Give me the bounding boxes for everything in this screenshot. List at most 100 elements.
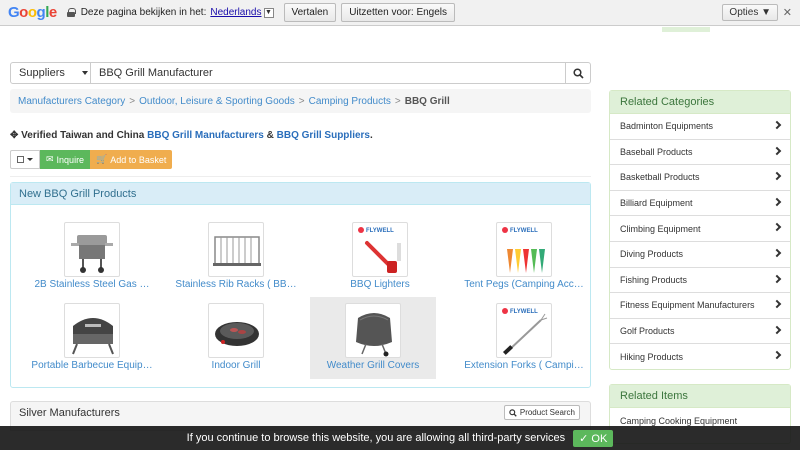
related-category-item[interactable]: Climbing Equipment [610,216,790,242]
language-select[interactable]: Nederlands [210,7,261,18]
breadcrumb-current: BBQ Grill [404,95,450,107]
product-label[interactable]: 2B Stainless Steel Gas … [29,279,155,290]
search-input[interactable]: BBQ Grill Manufacturer [91,63,565,83]
related-category-item[interactable]: Fitness Equipment Manufacturers [610,293,790,319]
add-to-basket-button[interactable]: 🛒 Add to Basket [90,150,173,169]
related-category-item[interactable]: Billiard Equipment [610,191,790,217]
divider [10,176,591,177]
chevron-down-icon [82,71,88,75]
action-buttons: ✉ Inquire 🛒 Add to Basket [10,150,173,169]
related-category-item[interactable]: Badminton Equipments [610,114,790,140]
category-label: Fitness Equipment Manufacturers [620,300,755,311]
search-icon [509,408,517,417]
product-card[interactable]: Indoor Grill [173,303,299,384]
breadcrumb-link-manufacturers[interactable]: Manufacturers Category [18,96,125,107]
search-button[interactable] [565,63,590,83]
manufacturers-link[interactable]: BBQ Grill Manufacturers [147,130,264,141]
lighter-image: FLYWELL [352,222,408,277]
cookie-message: If you continue to browse this website, … [186,432,566,444]
chevron-right-icon [772,299,782,309]
product-card[interactable]: 2B Stainless Steel Gas … [29,222,155,303]
close-icon[interactable]: ✕ [783,6,792,19]
chevron-right-icon [772,274,782,283]
category-label: Fishing Products [620,274,688,285]
diamond-icon: ✥ [10,130,19,141]
verified-heading: ✥ Verified Taiwan and China BBQ Grill Ma… [10,130,373,141]
category-label: Hiking Products [620,352,684,363]
envelope-icon: ✉ [46,154,54,164]
product-card-highlighted[interactable]: Weather Grill Covers [310,297,436,379]
extension-fork-image: FLYWELL [496,303,552,358]
related-category-item[interactable]: Hiking Products [610,344,790,370]
related-category-item[interactable]: Diving Products [610,242,790,268]
category-label: Basketball Products [620,172,700,183]
related-item-label: Camping Cooking Equipment [620,415,738,426]
inquire-button[interactable]: ✉ Inquire [40,150,91,169]
grill-cover-image [345,303,401,358]
checkbox-icon [17,156,24,163]
product-label[interactable]: Extension Forks ( Campi… [461,360,587,371]
cart-icon: 🛒 [96,154,108,164]
search-category-select[interactable]: Suppliers [11,63,91,83]
translate-bar: Google Deze pagina bekijken in het: Nede… [0,0,800,26]
product-label[interactable]: BBQ Lighters [317,279,443,290]
category-label: Climbing Equipment [620,223,701,234]
chevron-right-icon [772,171,782,181]
suppliers-link[interactable]: BBQ Grill Suppliers [277,130,370,141]
product-label[interactable]: Portable Barbecue Equip… [29,360,155,371]
chevron-right-icon [772,223,782,232]
indoor-grill-image [208,303,264,358]
google-logo: Google [8,4,57,21]
category-label: Billiard Equipment [620,198,693,209]
product-card[interactable]: Stainless Rib Racks ( BB… [173,222,299,303]
new-products-panel: New BBQ Grill Products 2B Stainless Stee… [10,182,591,388]
add-to-basket-label: Add to Basket [110,154,167,165]
product-label[interactable]: Stainless Rib Racks ( BB… [173,279,299,290]
top-strip [0,27,800,32]
options-button[interactable]: Opties ▼ [722,4,778,21]
product-search-button[interactable]: Product Search [503,405,580,420]
product-label[interactable]: Tent Pegs (Camping Acc… [461,279,587,290]
related-category-item[interactable]: Baseball Products [610,140,790,166]
category-label: Diving Products [620,249,684,260]
active-tab-indicator [662,27,710,32]
chevron-down-icon[interactable]: ▼ [263,7,274,18]
breadcrumb-link-outdoor[interactable]: Outdoor, Leisure & Sporting Goods [139,96,295,107]
rib-rack-image [208,222,264,277]
breadcrumb-separator: > [129,95,136,107]
search-bar: Suppliers BBQ Grill Manufacturer [10,62,591,84]
lock-icon [66,8,76,17]
product-card[interactable]: FLYWELL BBQ Lighters [317,222,443,303]
verified-prefix: Verified Taiwan and China [21,130,145,141]
product-label[interactable]: Indoor Grill [173,360,299,371]
chevron-right-icon [772,248,782,258]
panel-title: Related Items [610,385,790,408]
svg-text:FLYWELL: FLYWELL [510,228,538,234]
translate-message: Deze pagina bekijken in het: [80,7,207,18]
tent-pegs-image: FLYWELL [496,222,552,277]
product-card[interactable]: FLYWELL Extension Forks ( Campi… [461,303,587,384]
cookie-ok-button[interactable]: ✓ OK [573,429,614,447]
product-card[interactable]: FLYWELL Tent Pegs (Camping Acc… [461,222,587,303]
product-label[interactable]: Weather Grill Covers [310,360,436,371]
related-category-item[interactable]: Basketball Products [610,165,790,191]
disable-translation-button[interactable]: Uitzetten voor: Engels [341,3,456,22]
inquire-label: Inquire [56,154,85,165]
product-search-label: Product Search [519,408,575,417]
related-category-item[interactable]: Golf Products [610,319,790,345]
breadcrumb-separator: > [298,95,305,107]
category-label: Golf Products [620,326,675,337]
svg-text:FLYWELL: FLYWELL [510,309,538,315]
verified-amp: & [266,130,274,141]
select-all-dropdown[interactable] [10,150,40,169]
related-categories-panel: Related Categories Badminton Equipments … [609,90,791,370]
chevron-right-icon [772,146,782,155]
breadcrumb-link-camping[interactable]: Camping Products [309,96,391,107]
chevron-right-icon [772,120,782,130]
verified-suffix: . [370,130,373,141]
search-icon [572,67,584,79]
translate-button[interactable]: Vertalen [283,3,337,22]
product-card[interactable]: Portable Barbecue Equip… [29,303,155,384]
related-category-item[interactable]: Fishing Products [610,268,790,294]
search-category-label: Suppliers [19,67,65,79]
